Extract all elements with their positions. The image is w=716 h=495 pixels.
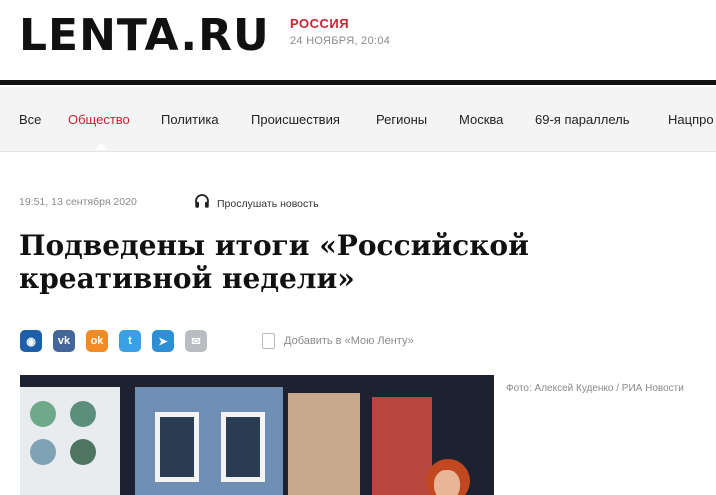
nav-item-69-parallel[interactable]: 69-я параллель (535, 112, 630, 127)
nav-item-incidents[interactable]: Происшествия (251, 112, 340, 127)
window-frame (155, 412, 199, 482)
telegram-share-button[interactable]: ➤ (152, 330, 174, 352)
article-photo (20, 375, 494, 495)
window-screen (135, 387, 283, 495)
poster-circle (70, 439, 96, 465)
site-logo[interactable]: LENTA.RU (19, 8, 270, 64)
site-header: LENTA.RU РОССИЯ 24 НОЯБРЯ, 20:04 (0, 0, 716, 80)
twitter-share-button[interactable]: t (119, 330, 141, 352)
mail-icon: ✉ (191, 335, 201, 348)
email-share-button[interactable]: ✉ (185, 330, 207, 352)
publish-datetime: 19:51, 13 сентября 2020 (19, 196, 137, 208)
photo-caption: Фото: Алексей Куденко / РИА Новости (506, 383, 684, 394)
nav-item-moscow[interactable]: Москва (459, 112, 503, 127)
rubric-link[interactable]: РОССИЯ (290, 16, 349, 31)
vk-share-button[interactable]: vk (53, 330, 75, 352)
tower-panel (372, 397, 432, 495)
nav-item-regions[interactable]: Регионы (376, 112, 427, 127)
nav-item-society[interactable]: Общество (68, 112, 130, 127)
header-divider (0, 80, 716, 85)
circle-icon: ◉ (26, 335, 36, 348)
vk-icon: vk (57, 335, 71, 347)
bookmark-icon (262, 333, 275, 349)
telegram-icon: ➤ (158, 335, 168, 348)
ok-share-button[interactable]: ok (86, 330, 108, 352)
carving-panel (288, 393, 360, 495)
listen-button[interactable]: Прослушать новость (193, 192, 319, 215)
window-frame (221, 412, 265, 482)
poster-panel (20, 387, 120, 495)
share-buttons: ◉ vk ok t ➤ ✉ (20, 330, 207, 352)
poster-circle (30, 401, 56, 427)
header-datetime: 24 НОЯБРЯ, 20:04 (290, 35, 391, 47)
nav-item-all[interactable]: Все (19, 112, 41, 127)
odnoklassniki-circle-share-button[interactable]: ◉ (20, 330, 42, 352)
poster-circle (70, 401, 96, 427)
poster-circle (30, 439, 56, 465)
add-to-my-feed-button[interactable]: Добавить в «Мою Ленту» (262, 333, 414, 349)
nav-item-politics[interactable]: Политика (161, 112, 219, 127)
twitter-icon: t (128, 335, 132, 347)
headphones-icon (193, 192, 211, 215)
article-title: Подведены итоги «Российской креативной н… (19, 229, 529, 295)
listen-label: Прослушать новость (217, 197, 319, 210)
speaker-face (434, 470, 460, 495)
active-tab-caret (95, 143, 107, 150)
section-nav: Все Общество Политика Происшествия Регио… (0, 87, 716, 152)
nav-item-nacpro[interactable]: Нацпро (668, 112, 714, 127)
add-to-feed-label: Добавить в «Мою Ленту» (284, 335, 414, 347)
ok-icon: ok (90, 335, 104, 347)
